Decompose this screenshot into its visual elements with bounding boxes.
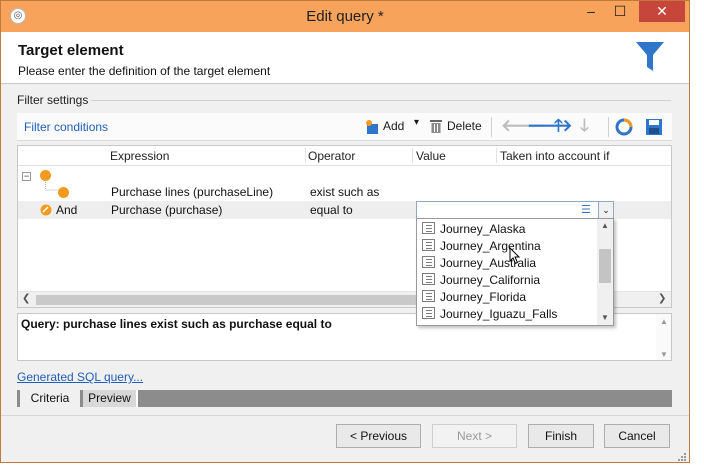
edit-query-window: ◎ Edit query * – ☐ ✕ Target element Plea… xyxy=(0,0,690,463)
row-expression: Purchase (purchase) xyxy=(111,203,223,217)
wizard-header: Target element Please enter the definiti… xyxy=(1,32,689,84)
cancel-button[interactable]: Cancel xyxy=(604,424,670,448)
add-dropdown-arrow[interactable]: ▾ xyxy=(414,117,419,128)
tab-criteria[interactable]: Criteria xyxy=(20,390,80,407)
footer-divider xyxy=(1,415,689,416)
condition-node-icon xyxy=(58,187,69,198)
column-taken-into-account[interactable]: Taken into account if xyxy=(500,149,609,163)
generated-sql-link[interactable]: Generated SQL query... xyxy=(17,370,143,384)
section-divider xyxy=(91,100,671,101)
dropdown-option[interactable]: Journey_Alaska xyxy=(417,220,597,237)
row-logical-operator: And xyxy=(56,203,78,217)
trash-icon[interactable] xyxy=(429,118,443,134)
save-icon[interactable] xyxy=(645,118,663,136)
query-summary-text: Query: purchase lines exist such as purc… xyxy=(21,317,332,331)
list-item-icon xyxy=(422,307,435,319)
value-dropdown-list[interactable]: Journey_Alaska Journey_Argentina Journey… xyxy=(416,218,614,326)
add-button[interactable]: Add xyxy=(383,119,404,133)
list-item-icon xyxy=(422,273,435,285)
tab-preview[interactable]: Preview xyxy=(83,390,138,407)
mouse-cursor-icon xyxy=(509,247,521,265)
row-expression: Purchase lines (purchaseLine) xyxy=(111,185,274,199)
column-separator xyxy=(412,148,413,163)
minimize-button[interactable]: – xyxy=(578,1,604,22)
close-button[interactable]: ✕ xyxy=(639,1,685,22)
row-operator: equal to xyxy=(310,203,353,217)
column-separator xyxy=(496,148,497,163)
add-icon[interactable] xyxy=(365,119,381,135)
column-value[interactable]: Value xyxy=(416,149,446,163)
summary-scrollbar[interactable]: ▲ ▼ xyxy=(656,314,671,360)
chevron-down-icon[interactable]: ⌄ xyxy=(598,201,614,219)
scroll-left-icon[interactable]: ❮ xyxy=(22,293,30,304)
dropdown-option-label: Journey_Florida xyxy=(440,290,527,304)
scroll-down-icon[interactable]: ▼ xyxy=(601,313,609,322)
column-operator[interactable]: Operator xyxy=(308,149,355,163)
list-item-icon xyxy=(422,222,435,234)
dropdown-scrollbar[interactable]: ▲ ▼ xyxy=(597,219,613,325)
dropdown-option-label: Journey_Argentina xyxy=(440,239,541,253)
dropdown-option-label: Journey_California xyxy=(440,273,541,287)
dropdown-option[interactable]: Journey_California xyxy=(417,271,597,288)
title-bar[interactable]: ◎ Edit query * – ☐ ✕ xyxy=(1,1,689,32)
value-picker-icon[interactable]: ☰ xyxy=(581,203,591,216)
page-title: Target element xyxy=(18,42,124,59)
column-expression[interactable]: Expression xyxy=(110,149,169,163)
scroll-thumb[interactable] xyxy=(599,249,611,283)
collapse-toggle[interactable]: − xyxy=(22,172,31,181)
dropdown-option[interactable]: Journey_Argentina xyxy=(417,237,597,254)
dropdown-option-label: Journey_Alaska xyxy=(440,222,526,236)
distribution-icon[interactable] xyxy=(615,118,633,136)
resize-grip-icon[interactable] xyxy=(677,452,687,462)
previous-button[interactable]: < Previous xyxy=(336,424,421,448)
funnel-icon xyxy=(636,42,664,71)
next-button[interactable]: Next > xyxy=(432,424,517,448)
arrow-down-icon[interactable]: 🡓 xyxy=(580,117,589,135)
scroll-up-icon[interactable]: ▲ xyxy=(660,317,668,326)
tab-bar: Criteria Preview xyxy=(17,390,672,407)
filter-conditions-label: Filter conditions xyxy=(24,120,109,134)
scroll-thumb[interactable] xyxy=(36,295,416,305)
dropdown-option-label: Journey_Australia xyxy=(440,256,537,270)
arrow-right-icon[interactable]: 🡒 xyxy=(527,117,573,135)
filter-toolbar: Filter conditions Add ▾ Delete 🡐 🡒 🡑 🡓 xyxy=(17,113,672,141)
row-operator: exist such as xyxy=(310,185,380,199)
list-item-icon xyxy=(422,290,435,302)
and-condition-icon xyxy=(40,204,52,216)
scroll-right-icon[interactable]: ❯ xyxy=(658,293,666,304)
dropdown-option[interactable]: Journey_Australia xyxy=(417,254,597,271)
toolbar-separator xyxy=(608,117,609,137)
page-subtitle: Please enter the definition of the targe… xyxy=(18,64,271,78)
grid-row[interactable]: Purchase lines (purchaseLine) exist such… xyxy=(18,183,671,201)
arrow-up-icon[interactable]: 🡑 xyxy=(554,117,563,135)
scroll-down-icon[interactable]: ▼ xyxy=(660,350,668,359)
dropdown-option[interactable]: Journey_Florida xyxy=(417,288,597,305)
dropdown-option[interactable]: Journey_Iguazu_Falls xyxy=(417,305,597,322)
scroll-up-icon[interactable]: ▲ xyxy=(601,221,609,230)
maximize-button[interactable]: ☐ xyxy=(607,1,633,22)
dropdown-option-label: Journey_Iguazu_Falls xyxy=(440,307,558,321)
column-separator xyxy=(305,148,306,163)
list-item-icon xyxy=(422,256,435,268)
list-item-icon xyxy=(422,239,435,251)
filter-settings-label: Filter settings xyxy=(17,93,89,107)
grid-header: Expression Operator Value Taken into acc… xyxy=(18,146,671,166)
toolbar-separator xyxy=(491,117,492,137)
finish-button[interactable]: Finish xyxy=(528,424,594,448)
delete-button[interactable]: Delete xyxy=(447,119,482,133)
